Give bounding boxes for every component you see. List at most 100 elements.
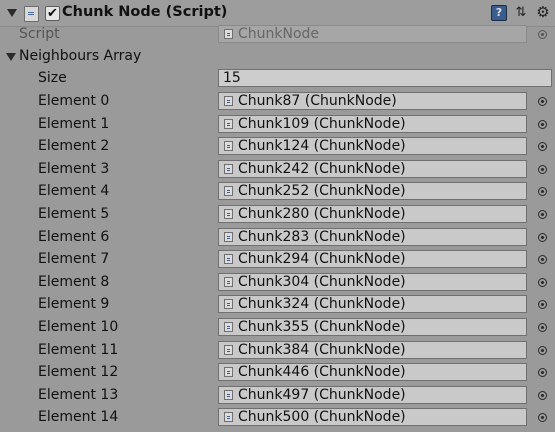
size-input[interactable]: 15 — [218, 69, 552, 87]
object-picker-icon[interactable] — [538, 323, 547, 332]
foldout-arrow-icon[interactable] — [6, 53, 16, 61]
object-picker-icon[interactable] — [538, 164, 547, 174]
object-picker-icon[interactable] — [538, 187, 547, 197]
array-element-row: Element 8 Chunk304 (ChunkNode) — [0, 272, 555, 294]
object-field-value: Chunk280 (ChunkNode) — [238, 206, 406, 222]
object-field[interactable]: Chunk252 (ChunkNode) — [218, 182, 527, 201]
preset-icon[interactable]: ⇅ — [514, 5, 528, 20]
script-icon — [224, 186, 233, 197]
element-label: Element 5 — [38, 206, 110, 222]
array-element-row: Element 13 Chunk497 (ChunkNode) — [0, 385, 555, 407]
object-picker-icon[interactable] — [538, 255, 547, 265]
object-field[interactable]: Chunk109 (ChunkNode) — [218, 114, 527, 133]
object-field-value: Chunk242 (ChunkNode) — [238, 160, 406, 177]
object-field[interactable]: Chunk242 (ChunkNode) — [218, 159, 527, 178]
array-element-row: Element 5 Chunk280 (ChunkNode) — [0, 204, 555, 226]
object-picker-icon — [538, 30, 547, 39]
array-element-row: Element 14 Chunk500 (ChunkNode) — [0, 407, 555, 429]
object-field-value: Chunk355 (ChunkNode) — [238, 319, 406, 335]
object-field-value: Chunk384 (ChunkNode) — [238, 341, 406, 358]
object-field-value: Chunk124 (ChunkNode) — [238, 138, 406, 155]
script-icon — [224, 344, 233, 355]
script-icon — [224, 231, 233, 242]
object-field[interactable]: Chunk500 (ChunkNode) — [218, 408, 527, 427]
inspector-component-panel: ✔ Chunk Node (Script) ? ⇅ ⚙ Script Chunk… — [0, 0, 555, 432]
object-picker-icon[interactable] — [538, 368, 547, 378]
object-picker-icon[interactable] — [538, 345, 547, 355]
element-label: Element 12 — [38, 364, 119, 381]
object-field[interactable]: Chunk304 (ChunkNode) — [218, 272, 527, 291]
script-icon — [224, 254, 233, 265]
object-field-value: Chunk252 (ChunkNode) — [238, 183, 406, 200]
object-field-value: Chunk324 (ChunkNode) — [238, 296, 406, 313]
array-element-row: Element 3 Chunk242 (ChunkNode) — [0, 159, 555, 181]
element-label: Element 11 — [38, 341, 119, 358]
array-element-row: Element 4 Chunk252 (ChunkNode) — [0, 181, 555, 203]
object-field-value: Chunk304 (ChunkNode) — [238, 273, 406, 290]
object-field[interactable]: Chunk280 (ChunkNode) — [218, 205, 527, 223]
component-enabled-checkbox[interactable]: ✔ — [45, 6, 60, 21]
array-element-row: Element 9 Chunk324 (ChunkNode) — [0, 294, 555, 316]
element-label: Element 13 — [38, 386, 119, 403]
element-label: Element 4 — [38, 183, 110, 200]
script-icon — [224, 96, 233, 106]
size-label: Size — [38, 70, 67, 86]
script-icon — [224, 118, 233, 129]
array-element-row: Element 1 Chunk109 (ChunkNode) — [0, 114, 555, 136]
script-icon — [224, 367, 233, 378]
array-element-row: Element 11 Chunk384 (ChunkNode) — [0, 340, 555, 362]
object-picker-icon[interactable] — [538, 210, 547, 219]
size-value: 15 — [223, 70, 241, 86]
object-picker-icon[interactable] — [538, 277, 547, 287]
array-element-row: Element 10 Chunk355 (ChunkNode) — [0, 317, 555, 339]
object-field[interactable]: Chunk294 (ChunkNode) — [218, 250, 527, 269]
object-field-value: Chunk87 (ChunkNode) — [238, 93, 397, 109]
object-field[interactable]: Chunk497 (ChunkNode) — [218, 385, 527, 404]
array-element-row: Element 0 Chunk87 (ChunkNode) — [0, 91, 555, 113]
object-field[interactable]: Chunk446 (ChunkNode) — [218, 363, 527, 382]
element-label: Element 6 — [38, 228, 110, 245]
object-field[interactable]: Chunk384 (ChunkNode) — [218, 340, 527, 359]
element-label: Element 8 — [38, 273, 110, 290]
object-picker-icon[interactable] — [538, 119, 547, 129]
object-picker-icon[interactable] — [538, 413, 547, 423]
element-label: Element 1 — [38, 115, 110, 132]
script-icon — [24, 6, 39, 22]
element-label: Element 14 — [38, 409, 119, 426]
object-field-value: Chunk294 (ChunkNode) — [238, 251, 406, 268]
script-icon — [224, 412, 233, 423]
object-picker-icon[interactable] — [538, 390, 547, 400]
element-label: Element 7 — [38, 251, 110, 268]
object-picker-icon[interactable] — [538, 142, 547, 152]
array-element-row: Element 7 Chunk294 (ChunkNode) — [0, 249, 555, 271]
object-field[interactable]: Chunk124 (ChunkNode) — [218, 137, 527, 156]
object-picker-icon[interactable] — [538, 97, 547, 106]
gear-icon[interactable]: ⚙ — [535, 4, 551, 20]
object-field[interactable]: Chunk283 (ChunkNode) — [218, 227, 527, 246]
array-header-row[interactable]: Neighbours Array — [0, 46, 555, 68]
object-field[interactable]: Chunk355 (ChunkNode) — [218, 318, 527, 336]
script-icon — [224, 276, 233, 287]
object-field-value: Chunk446 (ChunkNode) — [238, 364, 406, 381]
object-field[interactable]: Chunk324 (ChunkNode) — [218, 295, 527, 314]
element-label: Element 10 — [38, 319, 119, 335]
component-title: Chunk Node (Script) — [62, 4, 228, 20]
script-row: Script ChunkNode — [0, 24, 555, 46]
object-field-value: Chunk283 (ChunkNode) — [238, 228, 406, 245]
foldout-arrow-icon[interactable] — [7, 9, 17, 17]
script-icon — [224, 389, 233, 400]
component-header[interactable]: ✔ Chunk Node (Script) ? ⇅ ⚙ — [0, 0, 555, 27]
object-field[interactable]: Chunk87 (ChunkNode) — [218, 92, 527, 110]
element-label: Element 9 — [38, 296, 110, 313]
object-picker-icon[interactable] — [538, 300, 547, 310]
array-element-row: Element 2 Chunk124 (ChunkNode) — [0, 136, 555, 158]
script-icon — [224, 299, 233, 310]
object-picker-icon[interactable] — [538, 232, 547, 242]
element-label: Element 3 — [38, 160, 110, 177]
script-label: Script — [19, 26, 60, 42]
script-icon — [224, 209, 233, 219]
help-icon[interactable]: ? — [491, 5, 507, 21]
object-field-value: Chunk500 (ChunkNode) — [238, 409, 406, 426]
script-field: ChunkNode — [218, 25, 527, 43]
script-icon — [224, 322, 233, 332]
